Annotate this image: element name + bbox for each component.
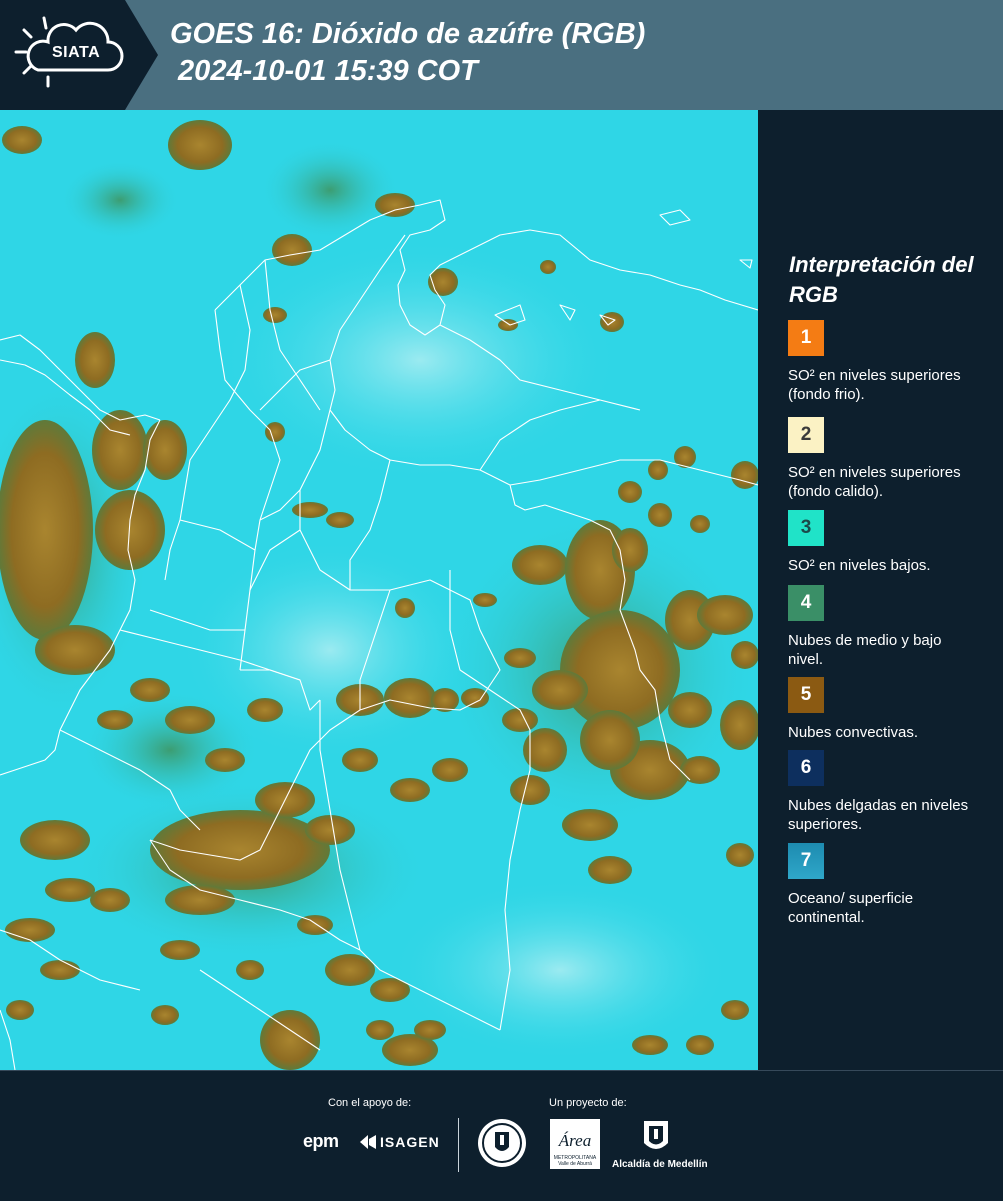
legend-item-1: 1 SO² en niveles superiores (fondo frio)… (788, 320, 988, 404)
legend-item-2: 2 SO² en niveles superiores (fondo calid… (788, 417, 988, 501)
legend-number-1: 1 (800, 327, 812, 348)
area-sub2: Valle de Aburrá (558, 1161, 592, 1167)
map-image-icon (0, 110, 758, 1070)
satellite-map[interactable] (0, 110, 758, 1070)
siata-logo[interactable]: SIATA (0, 0, 160, 110)
legend-number-2: 2 (800, 424, 812, 445)
legend-swatch-2: 2 (788, 417, 824, 453)
rgb-legend: Interpretación del RGB 1 SO² en niveles … (770, 110, 1003, 1070)
legend-swatch-3: 3 (788, 510, 824, 546)
epm-logo[interactable]: epm (303, 1131, 339, 1152)
project-label: Un proyecto de: (549, 1097, 627, 1109)
siata-logo-text: SIATA (52, 44, 101, 61)
legend-number-6: 6 (800, 757, 812, 778)
legend-swatch-6: 6 (788, 750, 824, 786)
support-label: Con el apoyo de: (328, 1097, 412, 1109)
legend-number-4: 4 (800, 592, 812, 613)
isagen-text: ISAGEN (380, 1134, 440, 1150)
legend-item-4: 4 Nubes de medio y bajo nivel. (788, 585, 988, 669)
legend-text-5: Nubes convectivas. (788, 724, 919, 741)
isagen-mark-icon (360, 1135, 376, 1149)
alcaldia-text: Alcaldía de Medellín (612, 1159, 708, 1170)
legend-text-2: SO² en niveles superiores (fondo calido)… (788, 464, 961, 500)
legend-swatch-5: 5 (788, 677, 824, 713)
legend-text-3: SO² en niveles bajos. (788, 557, 931, 574)
legend-item-3: 3 SO² en niveles bajos. (788, 510, 988, 575)
page-title: GOES 16: Dióxido de azúfre (RGB) 2024-10… (170, 18, 646, 87)
legend-text-1: SO² en niveles superiores (fondo frio). (788, 367, 961, 403)
legend-item-7: 7 Oceano/ superficie continental. (788, 843, 988, 927)
legend-title: Interpretación del RGB (789, 252, 974, 307)
legend-swatch-4: 4 (788, 585, 824, 621)
legend-swatch-1: 1 (788, 320, 824, 356)
alcaldia-shield-icon[interactable] (640, 1117, 672, 1157)
medellin-seal-icon[interactable] (476, 1117, 528, 1169)
legend-number-5: 5 (800, 684, 812, 705)
footer: Con el apoyo de: Un proyecto de: epm ISA… (0, 1070, 1003, 1201)
legend-text-6: Nubes delgadas en niveles superiores. (788, 797, 969, 833)
legend-swatch-7: 7 (788, 843, 824, 879)
area-metropolitana-logo[interactable]: Área METROPOLITANA Valle de Aburrá (550, 1119, 600, 1169)
legend-number-7: 7 (800, 850, 812, 871)
legend-text-7: Oceano/ superficie continental. (788, 890, 914, 926)
footer-divider (458, 1118, 459, 1172)
legend-item-6: 6 Nubes delgadas en niveles superiores. (788, 750, 988, 834)
legend-text-4: Nubes de medio y bajo nivel. (788, 632, 942, 668)
area-name: Área (558, 1131, 592, 1150)
header-bar: SIATA GOES 16: Dióxido de azúfre (RGB) 2… (0, 0, 1003, 110)
legend-item-5: 5 Nubes convectivas. (788, 677, 988, 742)
isagen-logo[interactable]: ISAGEN (358, 1133, 440, 1151)
legend-number-3: 3 (800, 517, 812, 538)
